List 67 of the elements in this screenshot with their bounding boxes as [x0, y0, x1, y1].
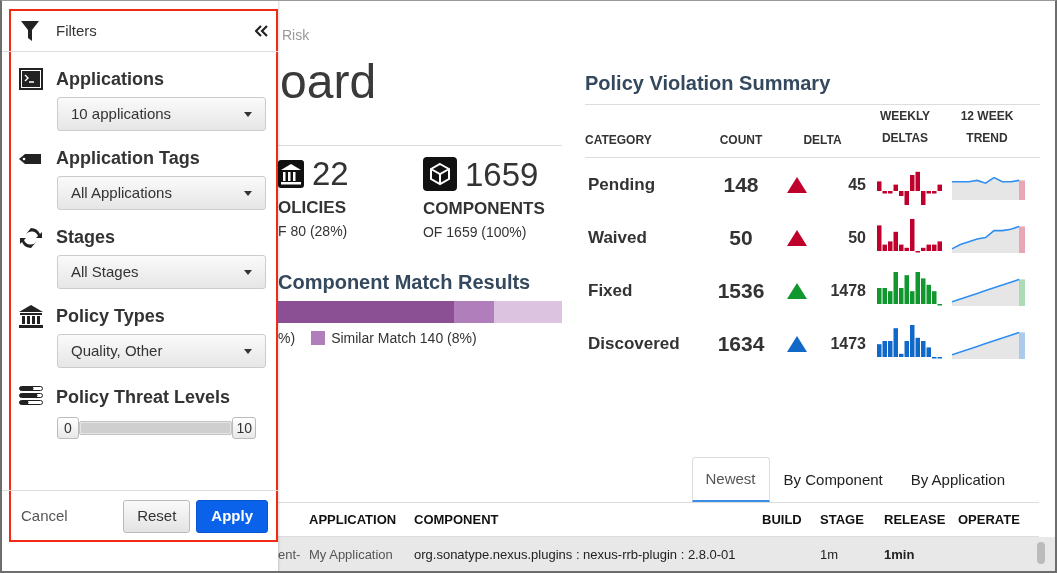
stat-value: 1659 — [465, 157, 539, 191]
tab[interactable]: Newest — [691, 456, 770, 502]
column-header: OPERATE — [958, 510, 1021, 529]
bank-icon — [19, 304, 43, 329]
count-value: 50 — [728, 224, 754, 251]
legend-label: Similar Match 140 (8%) — [331, 328, 477, 348]
table-cell-text: 1m — [820, 546, 840, 565]
category-label: Discovered — [587, 332, 681, 355]
scrollbar-thumb[interactable] — [1037, 542, 1045, 564]
apply-button[interactable]: Apply — [196, 500, 268, 533]
section-label: Applications — [56, 68, 164, 91]
section-title: Policy Violation Summary — [585, 71, 832, 96]
table-cell-text: org.sonatype.nexus.plugins : nexus-rrb-plugin : 2.8.0-01 — [414, 546, 737, 565]
tab[interactable]: By Application — [896, 456, 1019, 502]
tag-icon — [19, 152, 43, 165]
bank-icon — [278, 159, 304, 188]
column-header: CATEGORY — [585, 132, 653, 149]
column-header: WEEKLY DELTAS — [878, 108, 932, 147]
section-title: Component Match Results — [278, 269, 532, 295]
section-label: Policy Threat Levels — [56, 386, 231, 409]
section-label: Policy Types — [56, 305, 165, 328]
count-value: 1634 — [716, 330, 766, 357]
slider-handle[interactable]: 10 — [232, 417, 256, 439]
panel-title: Filters — [56, 20, 98, 41]
tab[interactable]: By Component — [769, 456, 897, 502]
cube-icon — [423, 157, 457, 191]
double-chevron-icon — [255, 25, 268, 37]
delta-value: 50 — [847, 227, 866, 248]
column-header: STAGE — [820, 510, 865, 529]
stat-subtext: F 80 (28%) — [278, 221, 349, 241]
page-title: oard — [279, 54, 378, 110]
stat-label: OLICIES — [278, 197, 347, 219]
table-cell-text: ent- — [278, 546, 302, 565]
table-cell-text: 1min — [884, 546, 915, 565]
dropdown[interactable]: All Applications — [57, 176, 266, 210]
cycle-arrows-icon — [19, 225, 43, 250]
category-label: Pending — [587, 173, 657, 196]
dropdown[interactable]: Quality, Other — [57, 334, 266, 368]
reset-button[interactable]: Reset — [123, 500, 191, 533]
table-cell-text: My Application — [309, 546, 394, 565]
section-label: Stages — [56, 226, 116, 249]
column-header: BUILD — [762, 510, 803, 529]
count-value: 148 — [722, 171, 760, 198]
delta-value: 1473 — [829, 333, 866, 354]
category-label: Fixed — [587, 279, 634, 302]
stat-subtext: OF 1659 (100%) — [423, 222, 528, 242]
stat-label: COMPONENTS — [423, 198, 546, 220]
column-header: COUNT — [718, 132, 764, 149]
column-header: RELEASE — [884, 510, 947, 529]
section-label: Application Tags — [56, 147, 200, 170]
stat-value: 22 — [312, 157, 349, 190]
terminal-icon — [19, 67, 43, 92]
column-header: APPLICATION — [309, 510, 398, 529]
count-value: 1536 — [716, 277, 766, 304]
delta-value: 45 — [847, 174, 866, 195]
legend-label: %) — [278, 328, 296, 348]
dropdown[interactable]: 10 applications — [57, 97, 266, 131]
slider-handle[interactable]: 0 — [57, 417, 79, 439]
cancel-link[interactable]: Cancel — [21, 505, 118, 528]
delta-value: 1478 — [829, 280, 866, 301]
column-header: COMPONENT — [414, 510, 500, 529]
dropdown[interactable]: All Stages — [57, 255, 266, 289]
column-header: DELTA — [802, 132, 843, 149]
column-header: 12 WEEK TREND — [959, 108, 1015, 147]
collapse-button[interactable] — [255, 25, 268, 37]
category-label: Waived — [587, 226, 648, 249]
filter-icon — [21, 21, 39, 41]
